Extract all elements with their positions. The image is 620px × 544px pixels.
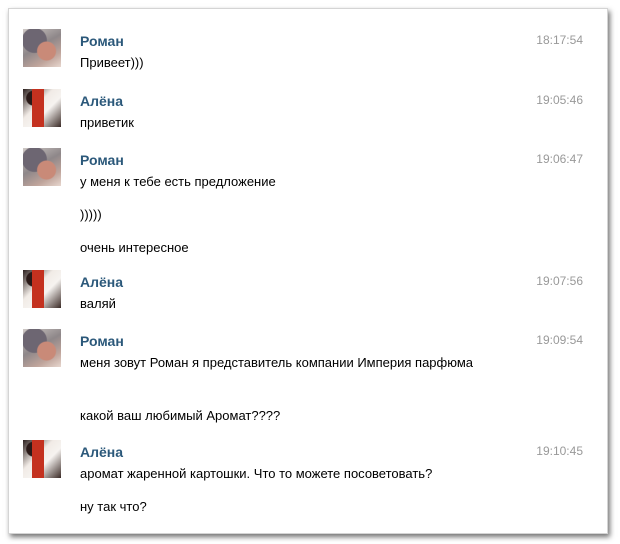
message-time: 19:05:46: [536, 93, 583, 107]
message-time: 19:06:47: [536, 152, 583, 166]
message-text: аромат жаренной картошки. Что то можете …: [80, 466, 433, 481]
avatar[interactable]: [23, 270, 61, 308]
message-time: 19:09:54: [536, 333, 583, 347]
message-text: ну так что?: [80, 499, 147, 514]
sender-name[interactable]: Роман: [80, 333, 124, 349]
message-text: меня зовут Роман я представитель компани…: [80, 355, 473, 370]
avatar[interactable]: [23, 329, 61, 367]
message-text: валяй: [80, 296, 116, 311]
message-text: Привеет))): [80, 55, 144, 70]
message-text: приветик: [80, 115, 134, 130]
avatar[interactable]: [23, 89, 61, 127]
avatar[interactable]: [23, 440, 61, 478]
sender-name[interactable]: Алёна: [80, 274, 123, 290]
sender-name[interactable]: Роман: [80, 152, 124, 168]
message-time: 19:07:56: [536, 274, 583, 288]
sender-name[interactable]: Роман: [80, 33, 124, 49]
message-text: очень интересное: [80, 240, 189, 255]
sender-name[interactable]: Алёна: [80, 444, 123, 460]
avatar[interactable]: [23, 29, 61, 67]
avatar[interactable]: [23, 148, 61, 186]
message-text: у меня к тебе есть предложение: [80, 174, 276, 189]
message-time: 18:17:54: [536, 33, 583, 47]
chat-window: Роман 18:17:54 Привеет))) Алёна 19:05:46…: [8, 8, 608, 534]
message-text: какой ваш любимый Аромат????: [80, 408, 281, 423]
sender-name[interactable]: Алёна: [80, 93, 123, 109]
message-time: 19:10:45: [536, 444, 583, 458]
message-text: ))))): [80, 207, 102, 222]
